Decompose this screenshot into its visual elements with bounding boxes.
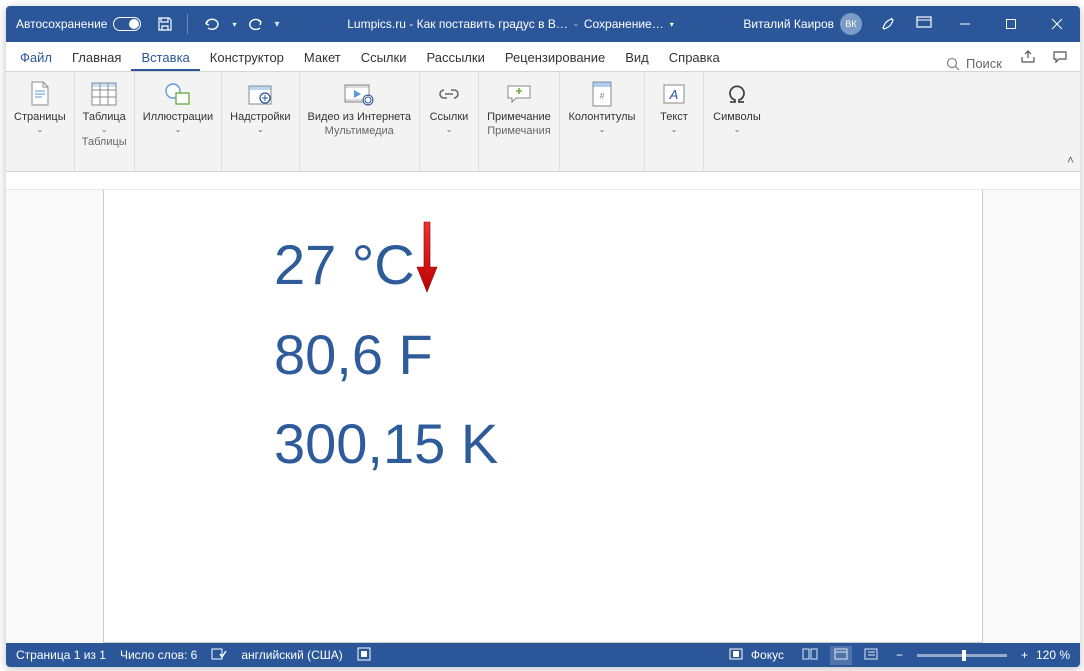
saving-status: Сохранение…: [584, 17, 664, 31]
title-bar: Автосохранение ▾ ▾ Lumpics.ru - Как пост…: [6, 6, 1080, 42]
ribbon: Страницы⌄ Таблица⌄ Таблицы Иллюстрации⌄: [6, 72, 1080, 172]
tab-insert[interactable]: Вставка: [131, 45, 199, 71]
tab-mailings[interactable]: Рассылки: [416, 45, 494, 71]
search-label: Поиск: [966, 56, 1002, 71]
search-box[interactable]: Поиск: [936, 56, 1012, 71]
comment-button[interactable]: Примечание: [481, 76, 557, 123]
web-layout-icon[interactable]: [860, 648, 882, 663]
read-mode-icon[interactable]: [798, 648, 822, 663]
save-icon[interactable]: [157, 16, 173, 32]
addins-icon: [247, 80, 273, 108]
undo-icon[interactable]: [202, 16, 222, 32]
coming-soon-icon[interactable]: [870, 15, 906, 34]
tables-group-label: Таблицы: [82, 134, 127, 150]
symbols-button[interactable]: Символы⌄: [706, 76, 768, 134]
svg-text:#: #: [599, 91, 604, 101]
print-layout-icon[interactable]: [830, 646, 852, 665]
redo-icon[interactable]: [247, 16, 265, 32]
shapes-icon: [164, 80, 192, 108]
comments-group-label: Примечания: [487, 123, 551, 139]
share-button[interactable]: [1012, 46, 1044, 71]
addins-button[interactable]: Надстройки⌄: [224, 76, 296, 134]
table-icon: [91, 80, 117, 108]
link-icon: [436, 80, 462, 108]
comments-button[interactable]: [1044, 46, 1076, 71]
media-group-label: Мультимедиа: [325, 123, 394, 139]
document-content[interactable]: 27 °C 80,6 F 300,15 K: [274, 220, 922, 489]
page-icon: [29, 80, 51, 108]
textbox-icon: A: [662, 80, 686, 108]
autosave-label: Автосохранение: [16, 17, 107, 31]
macro-icon[interactable]: [357, 647, 371, 664]
maximize-button[interactable]: [988, 6, 1034, 42]
document-canvas[interactable]: 27 °C 80,6 F 300,15 K: [6, 190, 1080, 643]
tab-file[interactable]: Файл: [10, 45, 62, 71]
online-video-button[interactable]: Видео из Интернета: [302, 76, 417, 123]
tab-layout[interactable]: Макет: [294, 45, 351, 71]
user-name: Виталий Каиров: [743, 17, 834, 31]
chevron-down-icon[interactable]: ▾: [232, 20, 236, 29]
focus-label[interactable]: Фокус: [751, 648, 784, 662]
headerfooter-icon: #: [591, 80, 613, 108]
avatar[interactable]: ВК: [840, 13, 862, 35]
pages-button[interactable]: Страницы⌄: [8, 76, 72, 134]
ribbon-tabs: Файл Главная Вставка Конструктор Макет С…: [6, 42, 1080, 72]
zoom-level[interactable]: 120 %: [1036, 648, 1070, 662]
zoom-out-button[interactable]: −: [896, 648, 903, 662]
zoom-slider[interactable]: [917, 654, 1007, 657]
text-button[interactable]: A Текст⌄: [647, 76, 701, 134]
document-title: Lumpics.ru - Как поставить градус в B…: [347, 17, 568, 31]
zoom-in-button[interactable]: +: [1021, 648, 1028, 662]
tab-home[interactable]: Главная: [62, 45, 131, 71]
tab-design[interactable]: Конструктор: [200, 45, 294, 71]
svg-text:A: A: [669, 87, 679, 102]
autosave-toggle[interactable]: [113, 17, 141, 31]
word-count[interactable]: Число слов: 6: [120, 648, 197, 662]
tab-help[interactable]: Справка: [659, 45, 730, 71]
illustrations-button[interactable]: Иллюстрации⌄: [137, 76, 219, 134]
headerfooter-button[interactable]: # Колонтитулы⌄: [562, 76, 642, 134]
text-line[interactable]: 80,6 F: [274, 310, 922, 400]
chevron-down-icon[interactable]: ▾: [670, 20, 674, 29]
ribbon-mode-icon[interactable]: [906, 16, 942, 33]
status-bar: Страница 1 из 1 Число слов: 6 английский…: [6, 643, 1080, 667]
links-button[interactable]: Ссылки⌄: [422, 76, 476, 134]
minimize-button[interactable]: [942, 6, 988, 42]
language-indicator[interactable]: английский (США): [241, 648, 342, 662]
page[interactable]: 27 °C 80,6 F 300,15 K: [103, 190, 983, 643]
tab-review[interactable]: Рецензирование: [495, 45, 615, 71]
focus-mode-icon[interactable]: [729, 648, 743, 663]
qat-more-icon[interactable]: ▾: [275, 19, 280, 30]
collapse-ribbon-icon[interactable]: ˄: [1067, 153, 1074, 167]
spellcheck-icon[interactable]: [211, 647, 227, 664]
text-line[interactable]: 300,15 K: [274, 399, 922, 489]
comment-icon: [506, 80, 532, 108]
table-button[interactable]: Таблица⌄: [77, 76, 132, 134]
ruler[interactable]: [6, 172, 1080, 190]
tab-references[interactable]: Ссылки: [351, 45, 417, 71]
text-line[interactable]: 27 °C: [274, 220, 922, 310]
omega-icon: [725, 80, 749, 108]
page-indicator[interactable]: Страница 1 из 1: [16, 648, 106, 662]
video-icon: [344, 80, 374, 108]
tab-view[interactable]: Вид: [615, 45, 659, 71]
close-button[interactable]: [1034, 6, 1080, 42]
